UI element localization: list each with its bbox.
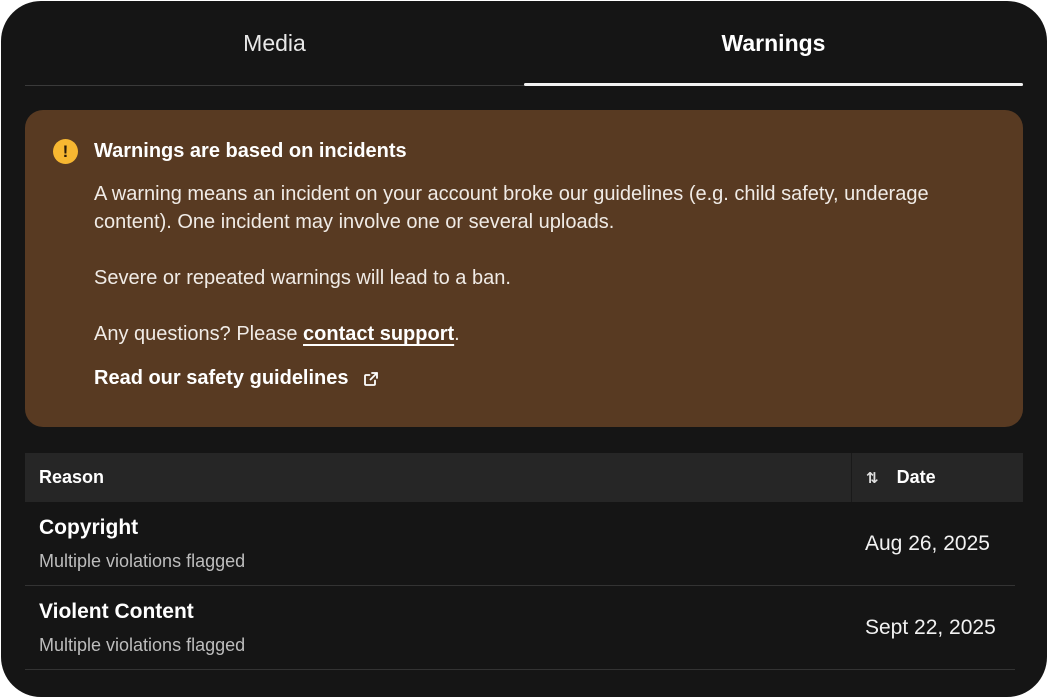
reason-detail: Multiple violations flagged (39, 551, 246, 571)
contact-support-link[interactable]: contact support (303, 323, 454, 345)
safety-guidelines-link[interactable]: Read our safety guidelines (94, 367, 379, 390)
safety-guidelines-label: Read our safety guidelines (94, 367, 349, 389)
warning-info-banner: ! Warnings are based on incidents A warn… (25, 110, 1023, 427)
tab-bar: Media Warnings (25, 1, 1023, 86)
reason-cell: Violent Content Multiple violations flag… (25, 586, 851, 670)
external-link-icon (363, 371, 378, 386)
banner-paragraph: A warning means an incident on your acco… (94, 183, 929, 233)
reason-detail: Multiple violations flagged (39, 635, 246, 655)
date-cell: Sept 22, 2025 (851, 586, 1015, 670)
date-cell: Aug 26, 2025 (851, 502, 1015, 586)
column-header-reason: Reason (39, 467, 105, 487)
table-row[interactable]: Violent Content Multiple violations flag… (25, 586, 1023, 670)
support-suffix: . (454, 323, 460, 345)
column-header-date[interactable]: ⇅ Date (851, 453, 1023, 502)
support-prefix: Any questions? Please (94, 323, 304, 345)
tab-media[interactable]: Media (25, 1, 524, 85)
table-header: Reason ⇅ Date (25, 453, 1023, 502)
table-row[interactable]: Copyright Multiple violations flagged Au… (25, 502, 1023, 586)
warnings-panel: Media Warnings ! Warnings are based on i… (1, 1, 1047, 697)
column-header-date-label: Date (896, 467, 936, 487)
tab-warnings-label: Warnings (721, 29, 826, 56)
tab-media-label: Media (243, 29, 306, 56)
banner-title: Warnings are based on incidents (94, 140, 407, 162)
banner-paragraph: Severe or repeated warnings will lead to… (94, 267, 511, 289)
reason-title: Violent Content (39, 600, 194, 623)
tab-warnings[interactable]: Warnings (524, 1, 1023, 86)
reason-title: Copyright (39, 516, 139, 539)
banner-paragraph-support: Any questions? Please contact support. (94, 320, 994, 348)
sort-icon[interactable]: ⇅ (866, 469, 879, 487)
warnings-table: Reason ⇅ Date Copyright Multiple violati… (25, 453, 1023, 670)
exclamation-icon: ! (53, 139, 78, 164)
reason-cell: Copyright Multiple violations flagged (25, 502, 851, 586)
banner-body: A warning means an incident on your acco… (94, 180, 994, 348)
